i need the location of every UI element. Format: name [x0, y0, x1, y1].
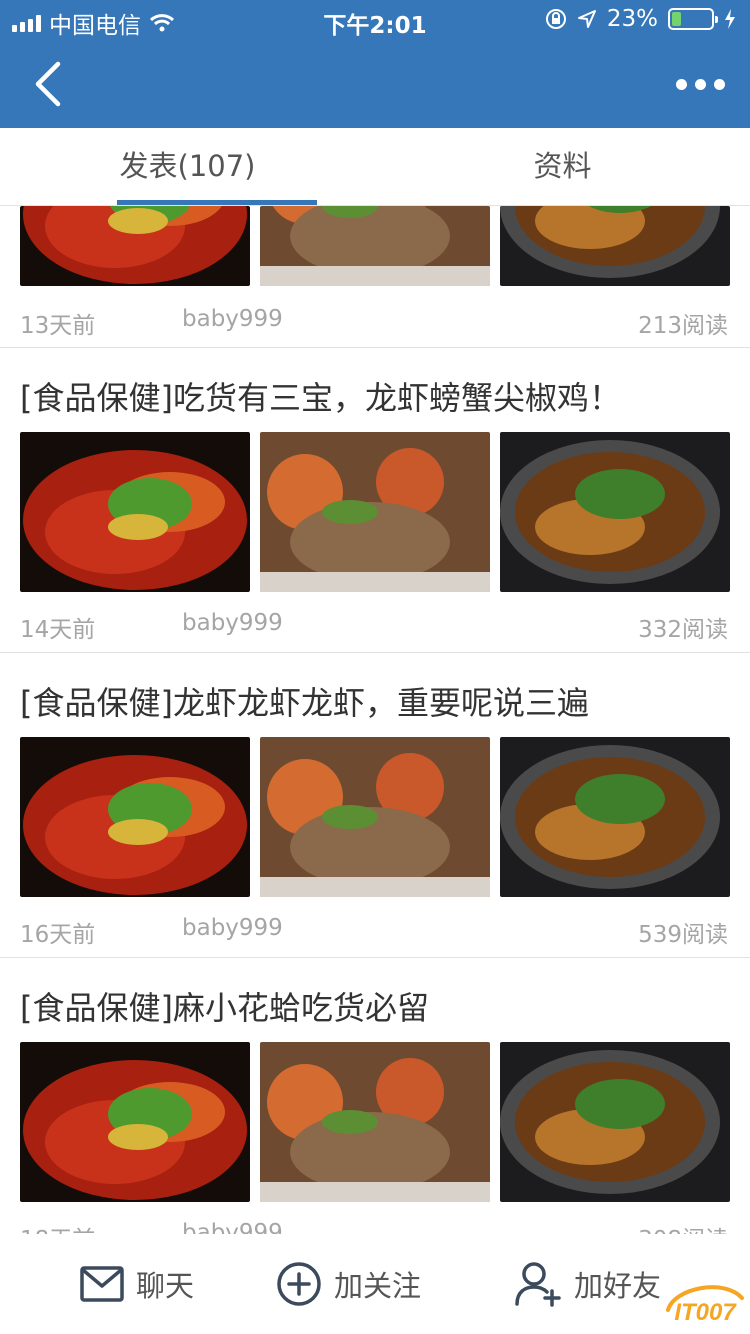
post-author[interactable]: baby999 — [182, 915, 283, 941]
post-thumbnails — [20, 737, 730, 897]
post-time: 18天前 — [20, 1220, 95, 1234]
dot-icon — [713, 78, 725, 90]
mail-icon — [80, 1266, 124, 1302]
location-icon — [577, 10, 596, 28]
post-reads: 213阅读 — [638, 313, 728, 339]
crab-photo[interactable] — [260, 1042, 490, 1202]
crab-photo[interactable] — [260, 206, 490, 286]
add-friend-label: 加好友 — [574, 1269, 662, 1303]
battery-percent: 23% — [606, 6, 658, 32]
battery-icon — [668, 8, 718, 30]
post-reads: 332阅读 — [638, 617, 728, 643]
active-tab-indicator — [117, 200, 317, 205]
add-user-icon — [515, 1262, 561, 1307]
post-author[interactable]: baby999 — [182, 1220, 283, 1234]
post-thumbnails — [20, 432, 730, 592]
chevron-left-icon — [35, 61, 61, 107]
nav-bar — [0, 40, 750, 128]
post-time: 16天前 — [20, 922, 96, 948]
chat-button[interactable]: 聊天 — [80, 1256, 194, 1312]
post-title[interactable]: [食品保健]吃货有三宝，龙虾螃蟹尖椒鸡！ — [20, 373, 621, 419]
crayfish-photo[interactable] — [20, 432, 250, 592]
status-bar: 中国电信 下午2:01 23% — [0, 0, 750, 40]
follow-label: 加关注 — [334, 1269, 422, 1303]
post-reads: 539阅读 — [638, 922, 728, 948]
post-thumbnails — [20, 206, 730, 286]
add-friend-button[interactable]: 加好友 — [514, 1256, 661, 1312]
crayfish-photo[interactable] — [20, 206, 250, 286]
crab-photo[interactable] — [260, 737, 490, 897]
rotation-lock-icon — [545, 9, 566, 29]
svg-text:IT007: IT007 — [674, 1299, 737, 1326]
pepper-chicken-photo[interactable] — [500, 737, 730, 897]
pepper-chicken-photo[interactable] — [500, 432, 730, 592]
post-item[interactable]: 13天前 baby999 213阅读 — [0, 206, 750, 348]
follow-button[interactable]: 加关注 — [276, 1256, 421, 1312]
crayfish-photo[interactable] — [20, 1042, 250, 1202]
post-time: 13天前 — [20, 313, 96, 339]
post-feed[interactable]: 13天前 baby999 213阅读 [食品保健]吃货有三宝，龙虾螃蟹尖椒鸡！ — [0, 206, 750, 1234]
top-bar: 中国电信 下午2:01 23% — [0, 0, 750, 128]
post-title[interactable]: [食品保健]龙虾龙虾龙虾，重要呢说三遍 — [20, 678, 589, 724]
chat-label: 聊天 — [136, 1269, 195, 1303]
post-item[interactable]: [食品保健]麻小花蛤吃货必留 baby999 — [0, 958, 750, 1234]
post-item[interactable]: [食品保健]吃货有三宝，龙虾螃蟹尖椒鸡！ 14天前 baby999 332阅读 — [0, 348, 750, 653]
dot-icon — [675, 78, 687, 90]
bottom-action-bar: 聊天 加关注 加好友 IT007 — [0, 1234, 750, 1334]
it007-watermark-logo: IT007 — [666, 1285, 744, 1326]
post-thumbnails — [20, 1042, 730, 1202]
status-right: 23% — [545, 6, 736, 32]
post-author[interactable]: baby999 — [182, 306, 283, 332]
more-options-button[interactable] — [668, 58, 732, 110]
tab-bar: 发表(107) 资料 — [0, 128, 750, 206]
tab-profile[interactable]: 资料 — [375, 128, 750, 206]
post-time: 14天前 — [20, 617, 96, 643]
post-title[interactable]: [食品保健]麻小花蛤吃货必留 — [20, 983, 429, 1029]
post-reads: 308阅读 — [638, 1220, 728, 1234]
pepper-chicken-photo[interactable] — [500, 206, 730, 286]
post-author[interactable]: baby999 — [182, 610, 283, 636]
crayfish-photo[interactable] — [20, 737, 250, 897]
post-item[interactable]: [食品保健]龙虾龙虾龙虾，重要呢说三遍 16天前 baby999 539阅读 — [0, 653, 750, 958]
pepper-chicken-photo[interactable] — [500, 1042, 730, 1202]
dot-icon — [694, 78, 706, 90]
tab-posts[interactable]: 发表(107) — [0, 128, 375, 206]
crab-photo[interactable] — [260, 432, 490, 592]
plus-circle-icon — [277, 1262, 321, 1306]
back-button[interactable] — [20, 56, 76, 112]
charging-icon — [725, 9, 735, 29]
